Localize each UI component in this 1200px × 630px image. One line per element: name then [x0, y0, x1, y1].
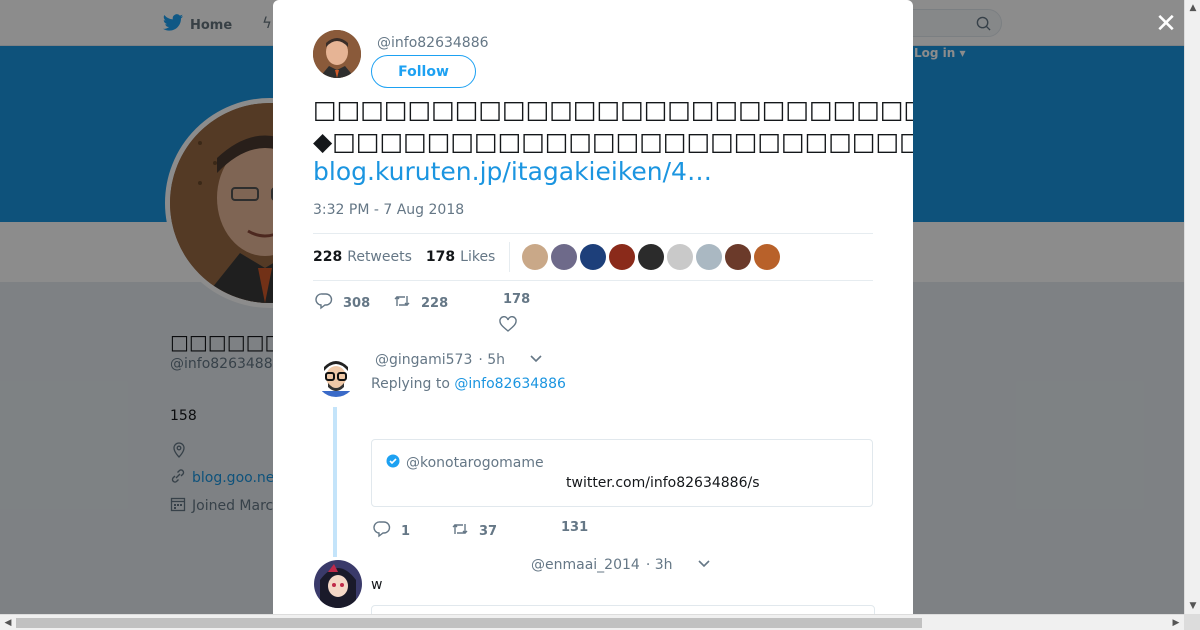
- likes-stat[interactable]: 178 Likes: [426, 249, 495, 265]
- reply-icon: [315, 292, 333, 314]
- liker-avatar[interactable]: [551, 244, 578, 270]
- retweets-count: 228: [313, 249, 343, 265]
- heart-icon[interactable]: [499, 316, 517, 334]
- tweet-actions: 308 228 178: [313, 292, 873, 338]
- liker-avatar[interactable]: [580, 244, 607, 270]
- tweet-text-line: ◆□□□□□□□□□□□□□□□□□□□□□□□□□□□□□□□□□□□□□□□…: [313, 127, 913, 156]
- replying-to-handle[interactable]: @info82634886: [454, 376, 566, 392]
- close-icon[interactable]: ✕: [1154, 11, 1178, 37]
- retweet-icon: [393, 292, 411, 314]
- like-action[interactable]: 178: [503, 292, 530, 307]
- reply-author[interactable]: @gingami573 · 5h: [375, 352, 543, 368]
- retweet-action[interactable]: 228: [393, 292, 448, 314]
- reply-media-card[interactable]: [371, 605, 875, 614]
- tweet-timestamp[interactable]: 3:32 PM - 7 Aug 2018: [313, 202, 464, 218]
- reply-icon: [373, 520, 391, 542]
- retweet-count: 228: [421, 295, 449, 311]
- quoted-text: twitter.com/info82634886/s: [566, 475, 760, 491]
- reply-action[interactable]: 308: [315, 292, 370, 314]
- liker-avatar[interactable]: [696, 244, 723, 270]
- liker-avatar[interactable]: [725, 244, 752, 270]
- reply-like-action[interactable]: 131: [561, 520, 588, 535]
- tweet-link[interactable]: blog.kuruten.jp/itagakieiken/4…: [313, 157, 712, 186]
- likes-label: Likes: [460, 249, 496, 265]
- reply-handle: @gingami573: [375, 352, 473, 368]
- horizontal-scrollbar[interactable]: ◀ ▶: [0, 614, 1184, 630]
- reply-avatar[interactable]: [316, 357, 356, 397]
- scroll-up-icon[interactable]: ▲: [1185, 0, 1200, 16]
- quoted-tweet[interactable]: @konotarogomame twitter.com/info82634886…: [371, 439, 873, 507]
- follow-button[interactable]: Follow: [371, 55, 476, 88]
- reply-time: · 3h: [645, 557, 673, 573]
- reply-count: 308: [343, 295, 371, 311]
- reply-author[interactable]: @enmaai_2014 · 3h: [531, 557, 711, 573]
- liker-avatars: [522, 244, 781, 270]
- reply-text: w: [371, 577, 383, 593]
- scroll-left-icon[interactable]: ◀: [0, 615, 16, 630]
- stats-divider: [509, 242, 511, 272]
- verified-badge-icon: [386, 454, 400, 472]
- liker-avatar[interactable]: [667, 244, 694, 270]
- liker-avatar[interactable]: [522, 244, 549, 270]
- reply-reply-count: 1: [401, 523, 411, 539]
- reply-actions: 1 37 131: [371, 520, 771, 550]
- author-avatar[interactable]: [313, 30, 361, 78]
- retweets-stat[interactable]: 228 Retweets: [313, 249, 412, 265]
- reply-reply-action[interactable]: 1: [373, 520, 410, 542]
- reply-time: · 5h: [478, 352, 506, 368]
- tweet-text-line: □□□□□□□□□□□□□□□□□□□□□□□□□□□□□□□□□□□□□□□□…: [313, 95, 913, 124]
- liker-avatar[interactable]: [638, 244, 665, 270]
- author-handle[interactable]: @info82634886: [377, 35, 489, 51]
- tweet-text: □□□□□□□□□□□□□□□□□□□□□□□□□□□□□□□□□□□□□□□□…: [313, 94, 913, 158]
- reply-handle: @enmaai_2014: [531, 557, 640, 573]
- chevron-down-icon[interactable]: [697, 557, 711, 573]
- chevron-down-icon[interactable]: [529, 352, 543, 368]
- quoted-author: @konotarogomame: [386, 454, 544, 472]
- reply-retweet-count: 37: [479, 523, 498, 539]
- scroll-right-icon[interactable]: ▶: [1168, 615, 1184, 630]
- reply-like-count: 131: [561, 520, 589, 535]
- retweets-label: Retweets: [347, 249, 412, 265]
- scroll-down-icon[interactable]: ▼: [1185, 598, 1200, 614]
- likes-count: 178: [425, 249, 456, 265]
- horizontal-scroll-thumb[interactable]: [16, 618, 922, 628]
- liker-avatar[interactable]: [754, 244, 781, 270]
- vertical-scrollbar[interactable]: ▲ ▼: [1184, 0, 1200, 614]
- reply-avatar[interactable]: [314, 560, 362, 608]
- tweet-modal: @info82634886 Follow □□□□□□□□□□□□□□□□□□□…: [273, 0, 913, 614]
- reply-retweet-action[interactable]: 37: [451, 520, 497, 542]
- like-count: 178: [503, 292, 531, 307]
- replying-to: Replying to @info82634886: [371, 376, 566, 392]
- liker-avatar[interactable]: [609, 244, 636, 270]
- tweet-stats: 228 Retweets 178 Likes: [313, 233, 873, 281]
- thread-line: [333, 407, 337, 557]
- retweet-icon: [451, 520, 469, 542]
- replying-to-prefix: Replying to: [371, 376, 450, 392]
- scrollbar-corner: [1184, 614, 1200, 630]
- quoted-handle: @konotarogomame: [406, 455, 544, 471]
